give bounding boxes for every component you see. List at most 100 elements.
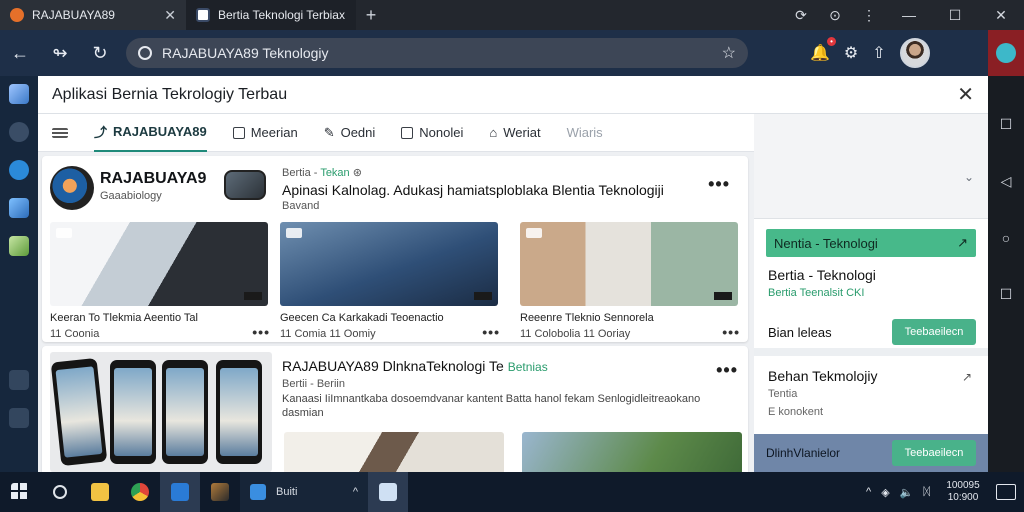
tray-chevron-icon[interactable]: ^ (866, 486, 871, 498)
app-5-icon[interactable] (9, 236, 29, 256)
side-card: Behan Tekmolojiy ↗ Tentia E konokent Dli… (754, 356, 988, 472)
active-app-icon[interactable] (988, 30, 1024, 76)
start-button[interactable] (0, 472, 40, 512)
video-thumbnail[interactable] (522, 432, 742, 472)
headline-text: RAJABUAYA89 DlnknaTeknologi Te (282, 358, 508, 374)
search-icon[interactable] (40, 472, 80, 512)
video-thumbnail[interactable] (50, 222, 268, 306)
video-item[interactable]: Geecen Ca Karkakadi Teoenactio 11 Comia … (276, 218, 504, 340)
network-icon[interactable]: ◈ (881, 486, 889, 499)
arrow-icon: ↗ (957, 235, 968, 250)
more-options-icon[interactable]: ••• (716, 360, 738, 381)
home-circle-icon[interactable]: ○ (1002, 230, 1010, 246)
app-2-icon[interactable] (9, 122, 29, 142)
side-line: E konokent (768, 406, 824, 418)
tab-home[interactable]: ⤴ RAJABUAYA89 (94, 114, 207, 152)
stop-icon[interactable]: ☐ (1000, 116, 1013, 133)
video-item[interactable]: Keeran To Tlekmia Aeentio Tal 11 Coonia … (46, 218, 274, 340)
video-title: Keeran To Tlekmia Aeentio Tal (50, 312, 198, 324)
subscribe-button[interactable]: Teebaeilecn (892, 319, 976, 345)
left-dock (0, 76, 38, 472)
tab-6[interactable]: Wiaris (567, 114, 603, 152)
app-icon (250, 484, 266, 500)
more-options-icon[interactable]: ••• (708, 174, 730, 195)
tab-label: RAJABUAYA89 (32, 8, 115, 22)
clock[interactable]: 100095 10:900 (940, 480, 986, 504)
back-icon[interactable]: ← (0, 43, 40, 64)
pinned-app-icon[interactable] (368, 472, 408, 512)
video-thumbnail[interactable] (284, 432, 504, 472)
clock-date: 10:900 (947, 492, 979, 503)
browser-tab-2[interactable]: Bertia Teknologi Terbiax (186, 0, 356, 30)
recent-square-icon[interactable]: ☐ (1000, 286, 1013, 303)
app-7-icon[interactable] (9, 408, 29, 428)
avatar[interactable] (899, 38, 930, 68)
video-thumbnail[interactable] (520, 222, 738, 306)
channel-thumbnail[interactable] (224, 170, 266, 200)
taskbar: Buiti ^ ^ ◈ 🔈 ᛞ 100095 10:900 (0, 472, 1024, 512)
side-row-label: Bian leleas (768, 325, 832, 340)
close-tab-icon[interactable]: ✕ (164, 7, 176, 24)
channel-logo[interactable] (50, 166, 94, 210)
back-triangle-icon[interactable]: ◁ (1001, 173, 1012, 190)
video-item[interactable]: Reeenre Tleknio Sennorela 11 Colobolia 1… (516, 218, 744, 340)
notification-center-icon[interactable] (996, 484, 1016, 500)
notification-icon[interactable]: 🔔 • (810, 37, 836, 63)
language-icon[interactable]: ᛞ (923, 486, 930, 498)
minimize-icon[interactable]: — (886, 7, 932, 23)
download-icon[interactable]: ⊙ (818, 7, 852, 24)
address-bar[interactable]: RAJABUAYA89 Teknologiy ☆ (126, 38, 748, 68)
new-tab-icon[interactable]: + (356, 5, 386, 26)
chevron-down-icon[interactable]: ⌄ (964, 170, 974, 184)
arrow-icon[interactable]: ↗ (962, 370, 972, 384)
panel-header: Aplikasi Bernia Tekrologiy Terbau ✕ (38, 76, 988, 114)
tab-4[interactable]: Nonolei (401, 114, 463, 152)
subscribe-button[interactable]: Teebaeilecn (892, 440, 976, 466)
phones-image[interactable] (50, 352, 272, 472)
edge-icon[interactable] (9, 160, 29, 180)
post-meta: Bertia - Tekan ⊛ (282, 167, 362, 179)
hamburger-icon[interactable] (52, 127, 68, 138)
content-panel: Aplikasi Bernia Tekrologiy Terbau ✕ ⤴ RA… (38, 76, 988, 472)
folder-icon[interactable] (80, 472, 120, 512)
taskbar-app[interactable]: Buiti ^ (240, 472, 368, 512)
browser-tab-1[interactable]: RAJABUAYA89 ✕ (0, 0, 186, 30)
app-label: Buiti (276, 486, 298, 498)
media-icon[interactable] (200, 472, 240, 512)
category-banner[interactable]: Nentia - Teknologi ↗ (766, 229, 976, 257)
extensions-icon[interactable]: ⟳ (784, 7, 818, 24)
menu-dots-icon[interactable]: ⋮ (852, 7, 886, 24)
side-card: Nentia - Teknologi ↗ Bertia - Teknologi … (754, 218, 988, 348)
video-title: Geecen Ca Karkakadi Teoenactio (280, 312, 444, 324)
star-icon[interactable]: ☆ (722, 43, 736, 63)
tab-label: Wiaris (566, 125, 603, 140)
post-meta: Bertii - Beriin (282, 378, 345, 390)
upload-icon[interactable]: ⇧ (872, 43, 885, 63)
forward-icon[interactable]: ↬ (40, 43, 80, 64)
volume-icon[interactable]: 🔈 (900, 486, 914, 499)
channel-name[interactable]: RAJABUAYA9 (100, 170, 206, 188)
video-more-icon[interactable]: ••• (482, 324, 500, 340)
post-subline: Bavand (282, 200, 320, 212)
tab-3[interactable]: ✎ Oedni (324, 114, 376, 152)
reload-icon[interactable]: ↻ (80, 43, 120, 64)
tab-2[interactable]: Meerian (232, 114, 298, 152)
video-more-icon[interactable]: ••• (722, 324, 740, 340)
video-more-icon[interactable]: ••• (252, 324, 270, 340)
box-icon (232, 126, 245, 139)
post-headline[interactable]: RAJABUAYA89 DlnknaTeknologi Te Betnias (282, 358, 548, 374)
app-4-icon[interactable] (9, 198, 29, 218)
close-icon[interactable]: ✕ (957, 82, 974, 107)
app-6-icon[interactable] (9, 370, 29, 390)
video-thumbnail[interactable] (280, 222, 498, 306)
video-views: 11 Colobolia 11 Ooriay (520, 328, 631, 340)
meta-tag[interactable]: Tekan (320, 167, 349, 179)
maximize-icon[interactable]: ☐ (932, 7, 978, 24)
app-1-icon[interactable] (9, 84, 29, 104)
window-close-icon[interactable]: ✕ (978, 7, 1024, 24)
terminal-icon[interactable] (160, 472, 200, 512)
settings-icon[interactable]: ⚙ (844, 43, 858, 63)
chrome-icon[interactable] (120, 472, 160, 512)
tab-5[interactable]: ⌂ Weriat (489, 114, 540, 152)
post-headline[interactable]: Apinasi Kalnolag. Adukasj hamiatsploblak… (282, 182, 664, 198)
